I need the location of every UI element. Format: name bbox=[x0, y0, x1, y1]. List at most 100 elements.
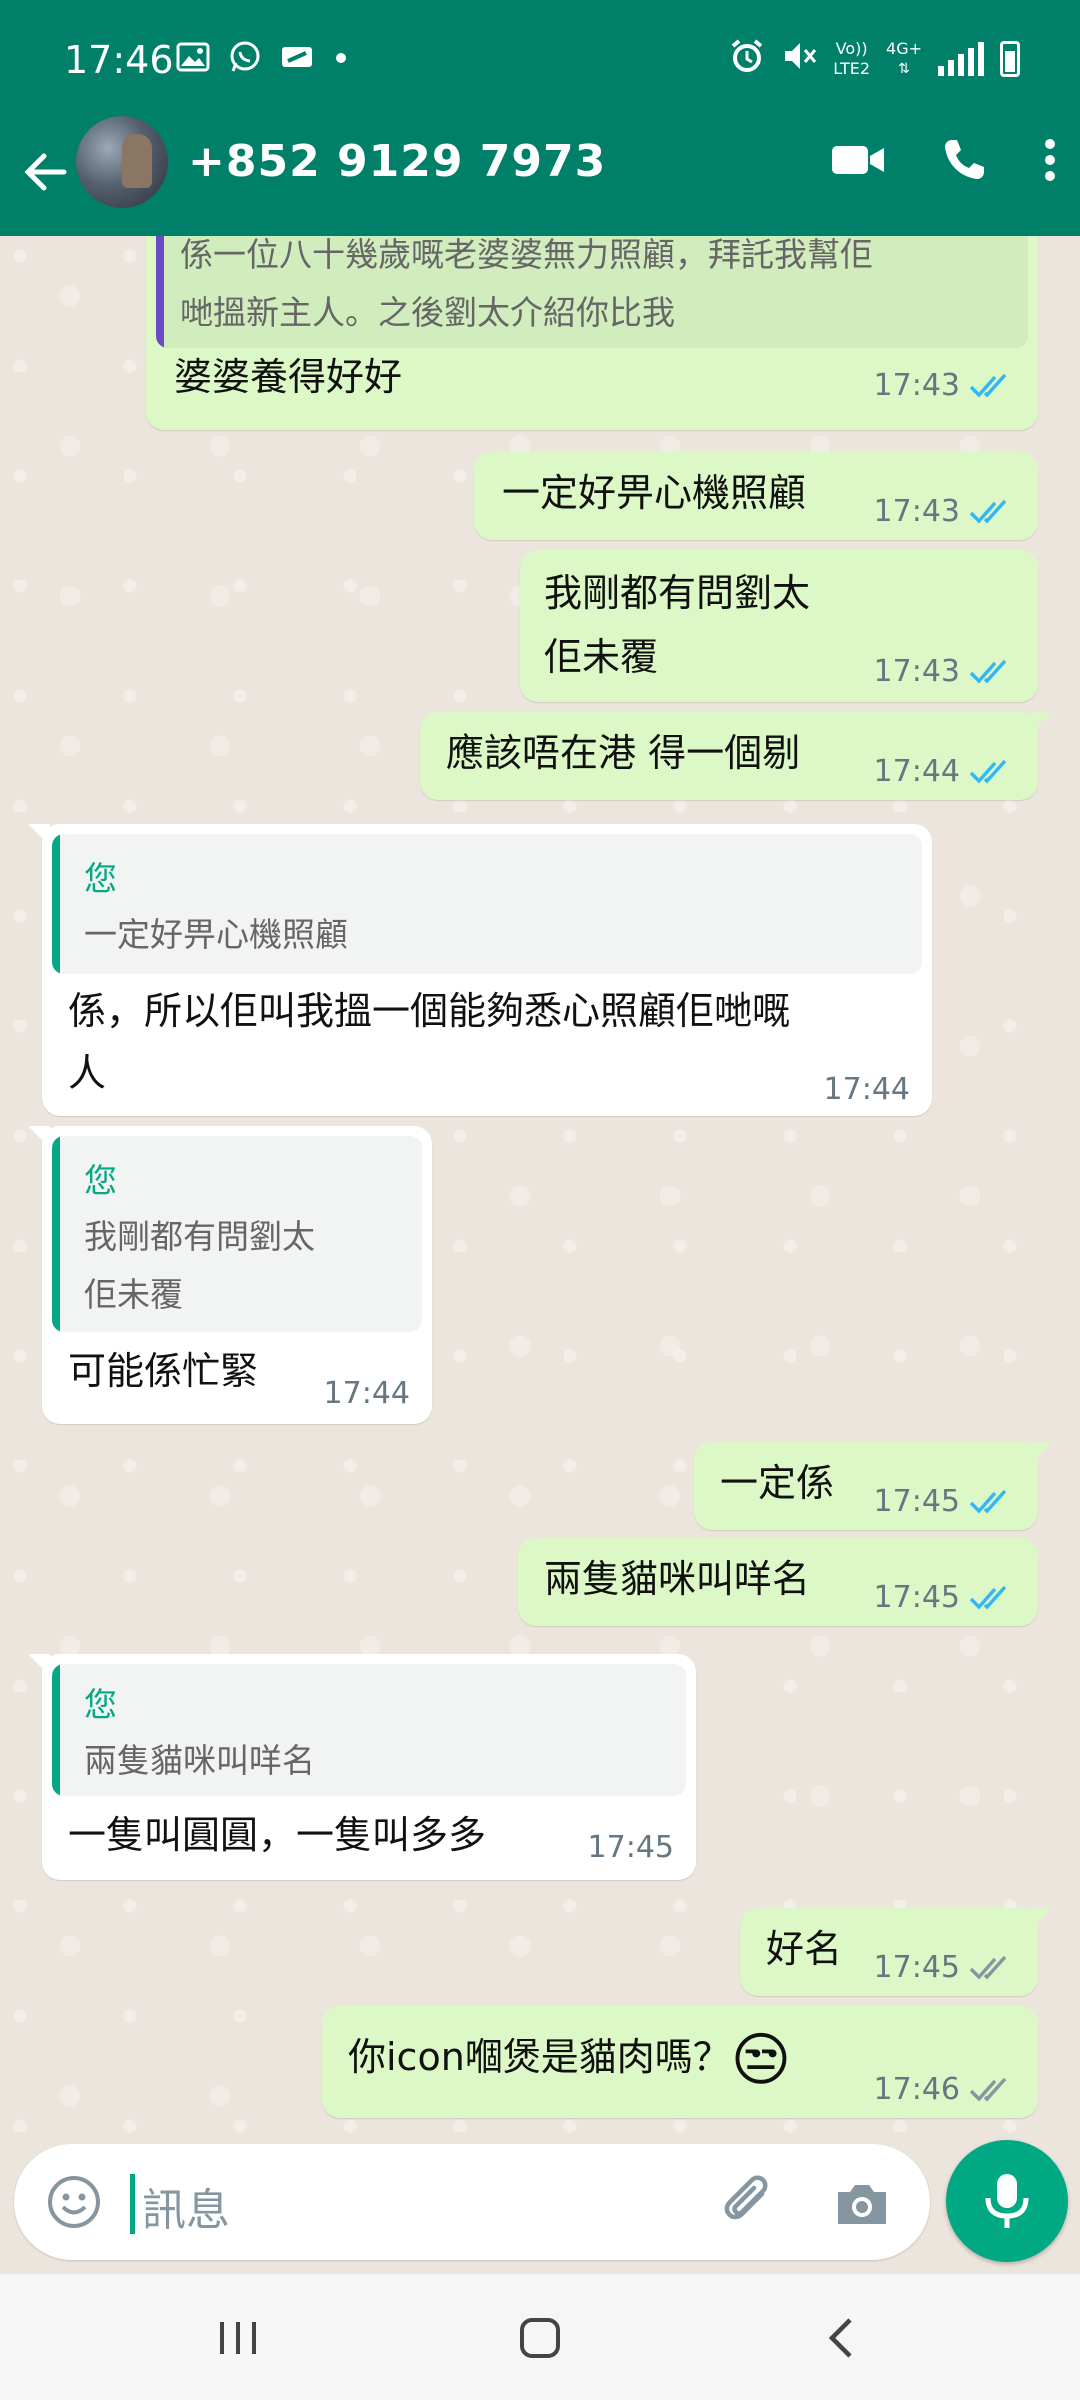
message-meta: 17:43 bbox=[874, 494, 1014, 529]
volte-top-text: Vo)) bbox=[835, 39, 868, 58]
message-time: 17:44 bbox=[323, 1376, 410, 1411]
bubble-tail bbox=[28, 824, 50, 846]
signal-icon bbox=[938, 42, 984, 76]
quote-author: 您 bbox=[84, 859, 117, 898]
message-bubble-incoming[interactable]: 您 一定好畀心機照顧 係，所以佢叫我搵一個能夠悉心照顧佢哋嘅 人 17:44 bbox=[28, 824, 932, 1116]
mic-button[interactable] bbox=[946, 2140, 1068, 2262]
quote-text: 係一位八十幾歲嘅老婆婆無力照顧，拜託我幫佢 bbox=[180, 236, 873, 274]
message-bubble-outgoing[interactable]: 好名 17:45 bbox=[740, 1908, 1052, 1996]
chat-header: +852 9129 7973 bbox=[0, 112, 1080, 236]
network-type-text: 4G+ bbox=[886, 39, 922, 58]
camera-icon[interactable] bbox=[832, 2174, 892, 2234]
message-meta: 17:45 bbox=[874, 1484, 1014, 1519]
quote-bar bbox=[52, 1664, 60, 1796]
more-vert-icon[interactable] bbox=[1042, 136, 1058, 188]
quote-text: 佢未覆 bbox=[84, 1275, 183, 1314]
read-tick-icon bbox=[969, 373, 1007, 397]
message-text: 兩隻貓咪叫咩名 bbox=[544, 1557, 811, 1601]
message-bubble-outgoing[interactable]: 應該唔在港 得一個剔 17:44 bbox=[420, 712, 1052, 800]
read-tick-icon bbox=[969, 1585, 1007, 1609]
message-meta: 17:45 bbox=[874, 1580, 1014, 1615]
quote-text: 一定好畀心機照顧 bbox=[84, 915, 348, 954]
message-text: 可能係忙緊 bbox=[68, 1349, 259, 1393]
message-text: 婆婆養得好好 bbox=[174, 355, 403, 399]
message-time: 17:43 bbox=[873, 494, 960, 529]
message-text: 一隻叫圓圓，一隻叫多多 bbox=[68, 1813, 487, 1857]
bubble-tail bbox=[1030, 712, 1052, 734]
quoted-message[interactable]: 您 兩隻貓咪叫咩名 bbox=[52, 1664, 686, 1796]
message-meta: 17:43 bbox=[874, 368, 1014, 403]
message-meta: 17:44 bbox=[824, 1072, 910, 1107]
status-time: 17:46 bbox=[64, 38, 174, 82]
quote-author: 您 bbox=[84, 1161, 117, 1200]
quoted-message[interactable]: 係一位八十幾歲嘅老婆婆無力照顧，拜託我幫佢 哋搵新主人。之後劉太介紹你比我 bbox=[156, 236, 1028, 348]
message-bubble-outgoing[interactable]: 我剛都有問劉太 佢未覆 17:43 bbox=[520, 550, 1038, 702]
message-text: 好名 bbox=[766, 1927, 843, 1971]
contact-name[interactable]: +852 9129 7973 bbox=[188, 136, 606, 187]
message-bubble-outgoing[interactable]: 一定係 17:45 bbox=[694, 1442, 1052, 1530]
quote-text: 哋搵新主人。之後劉太介紹你比我 bbox=[180, 293, 675, 332]
quote-bar bbox=[156, 236, 164, 348]
message-text: 一定好畀心機照顧 bbox=[502, 471, 807, 515]
message-time: 17:45 bbox=[873, 1484, 960, 1519]
message-input[interactable]: 訊息 bbox=[14, 2144, 930, 2260]
message-time: 17:43 bbox=[873, 368, 960, 403]
back-arrow-icon[interactable] bbox=[18, 142, 78, 202]
message-time: 17:43 bbox=[873, 654, 960, 689]
dot-icon bbox=[334, 50, 348, 69]
avatar[interactable] bbox=[76, 116, 168, 208]
message-meta: 17:45 bbox=[874, 1950, 1014, 1985]
whatsapp-icon bbox=[228, 40, 262, 78]
emoji-icon[interactable] bbox=[44, 2172, 104, 2232]
quoted-message[interactable]: 您 一定好畀心機照顧 bbox=[52, 834, 922, 974]
volte-bottom-text: LTE2 bbox=[833, 59, 871, 78]
bubble-tail bbox=[28, 1126, 50, 1148]
read-tick-icon bbox=[969, 1489, 1007, 1513]
chat-area[interactable]: 係一位八十幾歲嘅老婆婆無力照顧，拜託我幫佢 哋搵新主人。之後劉太介紹你比我 婆婆… bbox=[0, 236, 1080, 2134]
video-call-icon[interactable] bbox=[830, 140, 886, 184]
alarm-icon bbox=[729, 38, 765, 80]
bubble-tail bbox=[28, 1654, 50, 1676]
read-tick-icon bbox=[969, 659, 1007, 683]
mute-icon bbox=[781, 38, 817, 80]
message-bubble-outgoing[interactable]: 係一位八十幾歲嘅老婆婆無力照顧，拜託我幫佢 哋搵新主人。之後劉太介紹你比我 婆婆… bbox=[146, 236, 1038, 430]
message-bubble-incoming[interactable]: 您 我剛都有問劉太 佢未覆 可能係忙緊 17:44 bbox=[28, 1126, 432, 1424]
message-meta: 17:45 bbox=[588, 1830, 674, 1865]
attach-icon[interactable] bbox=[718, 2172, 782, 2236]
message-time: 17:44 bbox=[873, 754, 960, 789]
message-time: 17:45 bbox=[873, 1580, 960, 1615]
message-text-body: 你icon嗰煲是貓肉嗎？ bbox=[348, 2035, 731, 2079]
message-meta: 17:43 bbox=[874, 654, 1014, 689]
status-system-icons: Vo)) LTE2 4G+ ⇅ bbox=[729, 38, 1020, 80]
recents-icon[interactable] bbox=[208, 2308, 268, 2368]
gallery-icon bbox=[176, 42, 210, 76]
bubble-tail bbox=[1030, 1442, 1052, 1464]
quote-bar bbox=[52, 834, 60, 974]
message-bubble-outgoing[interactable]: 你icon嗰煲是貓肉嗎？😒 17:46 bbox=[322, 2006, 1038, 2118]
quote-bar bbox=[52, 1136, 60, 1332]
mic-icon bbox=[985, 2174, 1029, 2228]
back-icon[interactable] bbox=[812, 2308, 872, 2368]
status-notification-icons bbox=[176, 40, 348, 78]
header-actions bbox=[830, 136, 1058, 188]
volte-label: Vo)) LTE2 bbox=[833, 39, 870, 79]
home-icon[interactable] bbox=[510, 2308, 570, 2368]
message-bubble-outgoing[interactable]: 一定好畀心機照顧 17:43 bbox=[474, 452, 1038, 540]
message-text: 佢未覆 bbox=[544, 635, 659, 679]
network-type: 4G+ ⇅ bbox=[886, 39, 922, 79]
delivered-tick-icon bbox=[969, 2077, 1007, 2101]
bubble-tail bbox=[1030, 1908, 1052, 1930]
message-bubble-outgoing[interactable]: 兩隻貓咪叫咩名 17:45 bbox=[518, 1538, 1038, 1626]
message-placeholder: 訊息 bbox=[142, 2185, 230, 2236]
message-bubble-incoming[interactable]: 您 兩隻貓咪叫咩名 一隻叫圓圓，一隻叫多多 17:45 bbox=[28, 1654, 696, 1880]
message-text: 一定係 bbox=[720, 1461, 835, 1505]
voice-call-icon[interactable] bbox=[940, 136, 988, 188]
quoted-message[interactable]: 您 我剛都有問劉太 佢未覆 bbox=[52, 1136, 422, 1332]
message-time: 17:46 bbox=[873, 2072, 960, 2107]
message-time: 17:45 bbox=[873, 1950, 960, 1985]
message-text: 人 bbox=[68, 1051, 107, 1095]
composer-bar: 訊息 bbox=[0, 2134, 1080, 2274]
message-text: 你icon嗰煲是貓肉嗎？😒 bbox=[348, 2026, 791, 2091]
read-tick-icon bbox=[969, 499, 1007, 523]
read-tick-icon bbox=[969, 759, 1007, 783]
